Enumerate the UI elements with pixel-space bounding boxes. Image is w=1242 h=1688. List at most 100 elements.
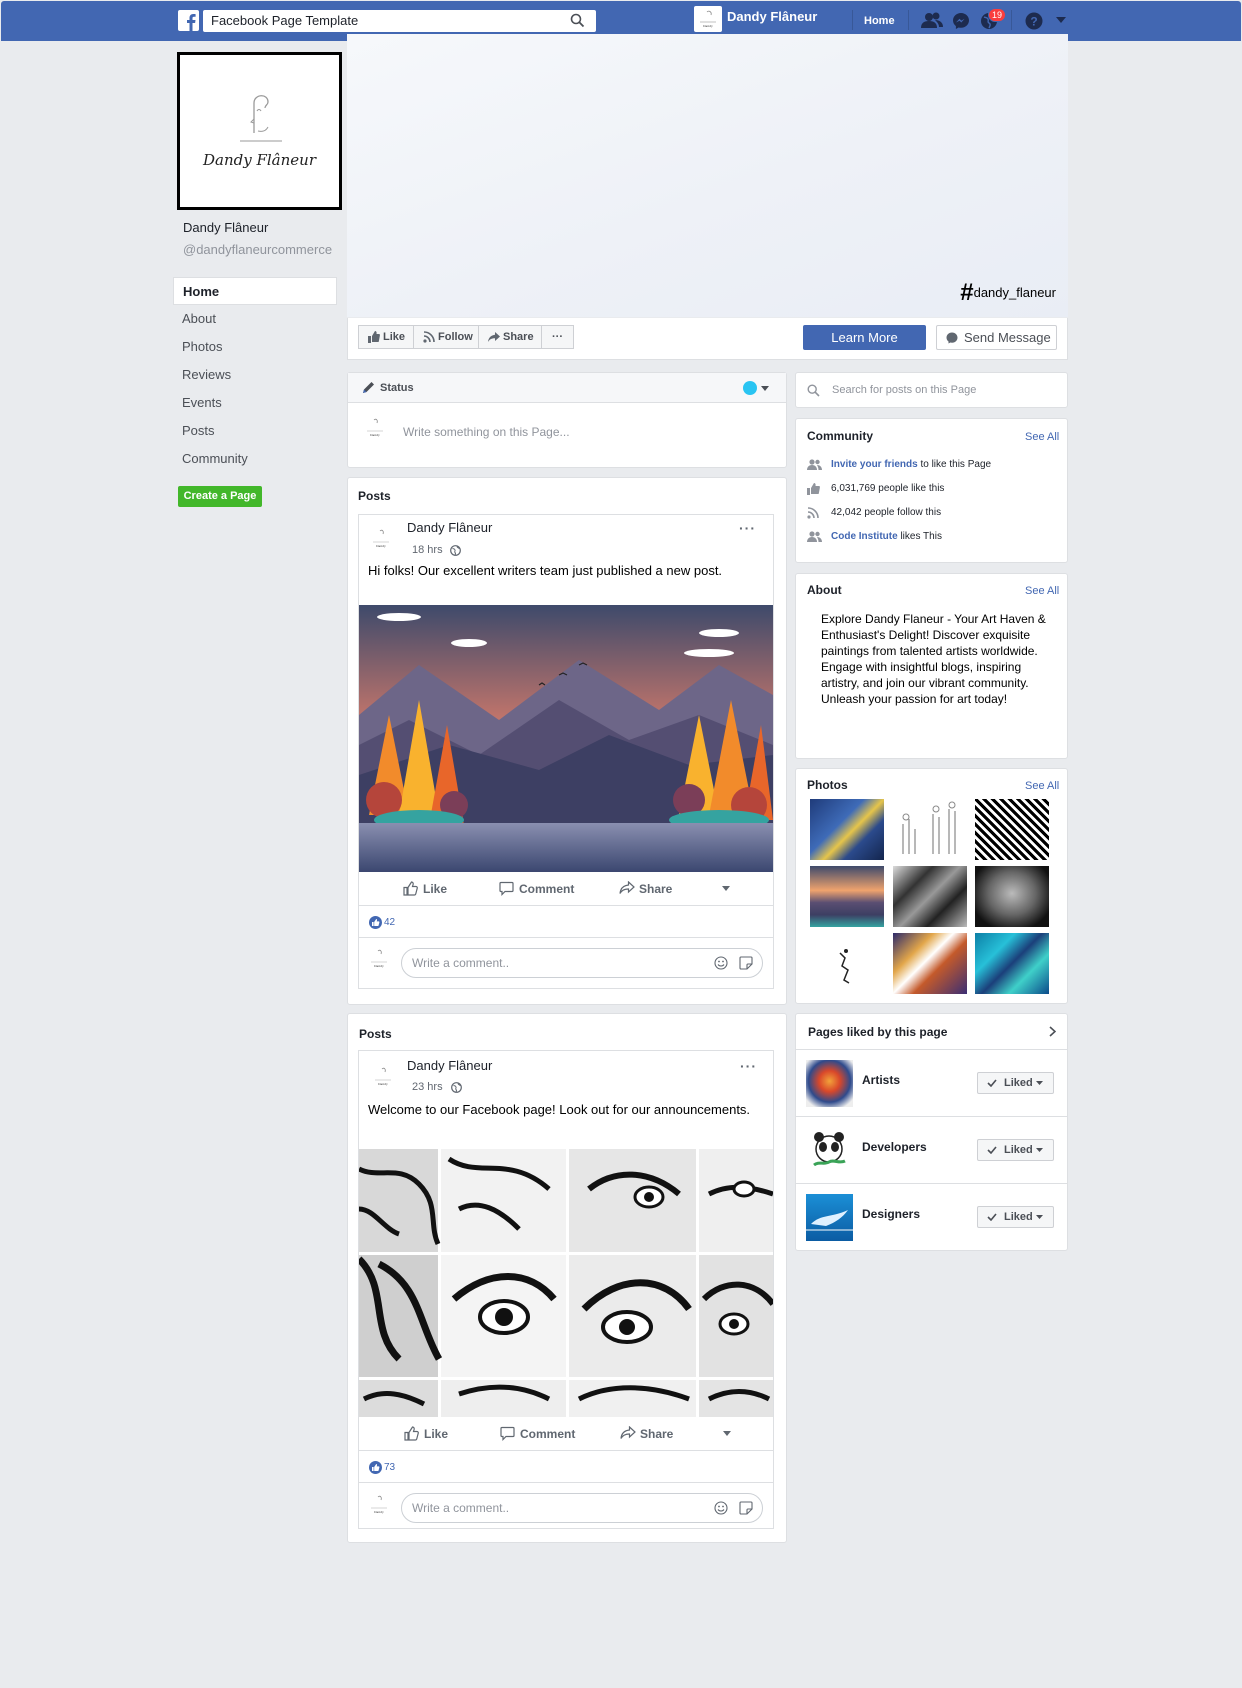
like-page-button[interactable]: Like [358, 325, 414, 349]
reaction-count[interactable]: 42 [384, 917, 395, 928]
messenger-icon[interactable] [952, 12, 970, 30]
page-post-search[interactable]: Search for posts on this Page [795, 372, 1068, 408]
liked-toggle-button[interactable]: Liked [977, 1072, 1054, 1094]
post-author-name[interactable]: Dandy Flâneur [407, 520, 492, 535]
liked-page-avatar[interactable] [806, 1060, 853, 1107]
divider [1011, 10, 1012, 30]
photos-see-all-link[interactable]: See All [1025, 780, 1059, 792]
liked-page-name[interactable]: Designers [862, 1207, 920, 1221]
chevron-down-icon [1036, 1215, 1043, 1219]
chevron-down-icon[interactable] [723, 1431, 731, 1436]
search-input[interactable]: Facebook Page Template [203, 10, 596, 32]
help-icon[interactable]: ? [1025, 12, 1043, 30]
status-composer: Status Dandy Write something on this Pag… [347, 372, 787, 468]
liked-page-name[interactable]: Artists [862, 1073, 900, 1087]
liked-page-avatar[interactable] [806, 1194, 853, 1241]
post-like-button[interactable]: Like [424, 1427, 448, 1441]
facebook-logo-icon[interactable] [178, 10, 199, 31]
liked-toggle-button[interactable]: Liked [977, 1206, 1054, 1228]
liked-page-row[interactable]: Artists Liked [796, 1049, 1067, 1116]
photo-thumbnail[interactable] [893, 799, 967, 860]
sidebar-item-posts[interactable]: Posts [173, 417, 337, 445]
about-see-all-link[interactable]: See All [1025, 585, 1059, 597]
home-nav-link[interactable]: Home [864, 15, 895, 27]
post-options-icon[interactable]: ··· [740, 1058, 757, 1074]
search-icon[interactable] [570, 13, 585, 28]
audience-dot-icon[interactable] [743, 381, 757, 395]
photo-thumbnail[interactable] [810, 799, 884, 860]
post-like-button[interactable]: Like [423, 882, 447, 896]
post-author-name[interactable]: Dandy Flâneur [407, 1058, 492, 1073]
page-profile-picture[interactable]: Dandy Flâneur [177, 52, 342, 210]
liked-page-row[interactable]: Developers Liked [796, 1116, 1067, 1183]
composer-input[interactable]: Write something on this Page... [403, 425, 570, 439]
sidebar-item-community[interactable]: Community [173, 445, 337, 473]
post-image-comic-collage[interactable] [359, 1149, 773, 1417]
sidebar-item-reviews[interactable]: Reviews [173, 361, 337, 389]
invite-friends-link[interactable]: Invite your friends [831, 459, 918, 470]
sidebar-item-photos[interactable]: Photos [173, 333, 337, 361]
photo-thumbnail[interactable] [810, 866, 884, 927]
page-title[interactable]: Dandy Flâneur [183, 220, 268, 235]
sidebar-item-home[interactable]: Home [173, 277, 337, 305]
cover-photo[interactable]: #dandy_flaneur [347, 34, 1068, 317]
share-icon [620, 1426, 636, 1439]
divider [908, 10, 909, 30]
photo-thumbnail[interactable] [893, 933, 967, 994]
post-author-avatar[interactable]: Dandy [369, 527, 393, 553]
sticker-icon[interactable] [739, 956, 753, 970]
friend-requests-icon[interactable] [921, 12, 943, 29]
chevron-down-icon[interactable] [722, 886, 730, 891]
post-author-avatar[interactable]: Dandy [371, 1065, 395, 1091]
emoji-icon[interactable] [714, 956, 728, 970]
liked-toggle-button[interactable]: Liked [977, 1139, 1054, 1161]
liked-page-name[interactable]: Developers [862, 1140, 927, 1154]
photo-thumbnail[interactable] [893, 866, 967, 927]
page-search-input[interactable]: Search for posts on this Page [832, 384, 976, 396]
post-options-icon[interactable]: ··· [739, 520, 756, 536]
page-username[interactable]: @dandyflaneurcommerce [183, 242, 332, 257]
topbar-page-name[interactable]: Dandy Flâneur [727, 9, 817, 24]
reaction-summary: 73 [359, 1451, 773, 1483]
photo-thumbnail[interactable] [810, 933, 884, 994]
status-tab[interactable]: Status [380, 382, 414, 394]
photo-thumbnail[interactable] [975, 799, 1049, 860]
post-image-landscape[interactable] [359, 605, 773, 872]
comment-input[interactable]: Write a comment.. [401, 1493, 763, 1523]
reaction-count[interactable]: 73 [384, 1462, 395, 1473]
post-comment-button[interactable]: Comment [520, 1427, 575, 1441]
liked-page-avatar[interactable] [806, 1127, 853, 1174]
sidebar-item-events[interactable]: Events [173, 389, 337, 417]
friends-icon [807, 459, 822, 470]
post-share-button[interactable]: Share [639, 882, 672, 896]
community-see-all-link[interactable]: See All [1025, 431, 1059, 443]
comment-input[interactable]: Write a comment.. [401, 948, 763, 978]
sidebar-item-about[interactable]: About [173, 305, 337, 333]
posts-section-title: Posts [358, 489, 391, 503]
photo-thumbnail[interactable] [975, 933, 1049, 994]
post-timestamp[interactable]: 18 hrs [412, 544, 443, 556]
share-arrow-icon [488, 332, 500, 342]
post-share-button[interactable]: Share [640, 1427, 673, 1441]
send-message-button[interactable]: Send Message [936, 325, 1057, 350]
commenter-avatar: Dandy [367, 1493, 391, 1519]
account-menu-chevron-down-icon[interactable] [1056, 17, 1066, 23]
hashtag-symbol: # [960, 279, 974, 306]
sticker-icon[interactable] [739, 1501, 753, 1515]
more-options-button[interactable]: ··· [542, 325, 574, 349]
learn-more-button[interactable]: Learn More [803, 325, 926, 350]
create-page-button[interactable]: Create a Page [178, 486, 262, 507]
chevron-right-icon[interactable] [1049, 1026, 1056, 1037]
liked-page-row[interactable]: Designers Liked [796, 1183, 1067, 1251]
post-comment-button[interactable]: Comment [519, 882, 574, 896]
follow-page-button[interactable]: Follow [414, 325, 479, 349]
photo-thumbnail[interactable] [975, 866, 1049, 927]
share-page-button[interactable]: Share [479, 325, 542, 349]
emoji-icon[interactable] [714, 1501, 728, 1515]
post-timestamp[interactable]: 23 hrs [412, 1081, 443, 1093]
posts-section-title: Posts [359, 1027, 392, 1041]
chevron-down-icon[interactable] [761, 386, 769, 391]
friend-page-link[interactable]: Code Institute [831, 531, 898, 542]
like-icon [404, 1426, 419, 1441]
page-avatar[interactable]: Dandy [694, 6, 722, 32]
